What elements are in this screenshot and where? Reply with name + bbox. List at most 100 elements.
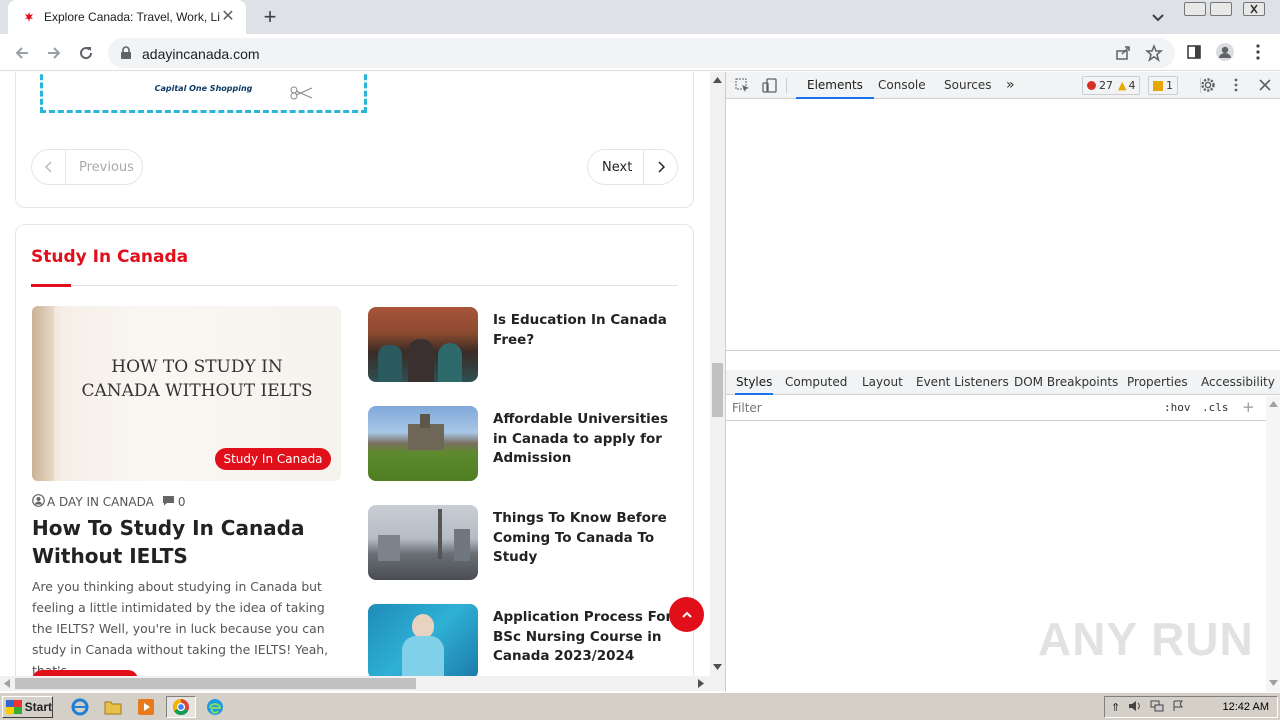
tab-event-listeners[interactable]: Event Listeners (916, 370, 1009, 395)
previous-label: Previous (79, 159, 134, 175)
new-tab-button[interactable]: + (258, 6, 282, 30)
error-icon (1087, 81, 1096, 90)
chevron-right-icon (643, 150, 677, 184)
scrollbar-thumb[interactable] (15, 678, 416, 689)
scroll-down-arrow-icon (1269, 680, 1278, 686)
back-button[interactable] (10, 41, 34, 65)
styles-filter-input[interactable] (728, 399, 1152, 417)
media-player-icon[interactable] (136, 697, 156, 717)
browser-menu-icon[interactable] (1248, 42, 1268, 62)
post-thumbnail[interactable] (368, 604, 478, 676)
coupon-banner[interactable]: Capital One Shopping (40, 72, 367, 113)
bookmark-star-icon[interactable] (1145, 43, 1163, 65)
post-thumbnail[interactable] (368, 307, 478, 382)
list-item[interactable]: Things To Know Before Coming To Canada T… (368, 505, 688, 581)
list-item[interactable]: Affordable Universities in Canada to app… (368, 406, 688, 482)
address-bar[interactable]: adayincanada.com (108, 38, 1175, 68)
post-title[interactable]: Things To Know Before Coming To Canada T… (493, 509, 678, 568)
tab-styles[interactable]: Styles (735, 370, 774, 395)
close-devtools-icon[interactable] (1258, 78, 1272, 96)
list-item[interactable]: Is Education In Canada Free? (368, 307, 688, 383)
browser-tab[interactable]: Explore Canada: Travel, Work, Live, ✕ (8, 0, 246, 34)
class-toggle[interactable]: .cls (1202, 401, 1229, 414)
tab-dom-breakpoints[interactable]: DOM Breakpoints (1014, 370, 1118, 395)
previous-button[interactable]: Previous (31, 149, 143, 185)
scroll-to-top-button[interactable] (669, 597, 704, 632)
featured-post-title[interactable]: How To Study In Canada Without IELTS (32, 514, 332, 570)
forward-button[interactable] (42, 41, 66, 65)
featured-post-excerpt: Are you thinking about studying in Canad… (32, 579, 329, 676)
file-explorer-icon[interactable] (103, 697, 123, 717)
tab-sources[interactable]: Sources (944, 72, 991, 99)
post-thumbnail[interactable] (368, 505, 478, 580)
toolbar-divider (786, 78, 787, 93)
url-text[interactable]: adayincanada.com (142, 46, 260, 62)
tab-title: Explore Canada: Travel, Work, Live, (44, 10, 220, 24)
profile-avatar-icon[interactable] (1215, 42, 1235, 62)
reload-button[interactable] (74, 41, 98, 65)
close-tab-icon[interactable]: ✕ (220, 9, 236, 25)
tab-computed[interactable]: Computed (785, 370, 847, 395)
inspect-element-icon[interactable] (735, 78, 750, 97)
tray-expand-icon[interactable]: ⇑ (1111, 701, 1120, 714)
tab-layout[interactable]: Layout (862, 370, 903, 395)
post-title[interactable]: Affordable Universities in Canada to app… (493, 410, 678, 469)
site-favicon-icon (22, 10, 36, 24)
close-window-button[interactable] (1243, 2, 1265, 16)
scrollbar-thumb[interactable] (712, 363, 723, 417)
next-label: Next (602, 159, 633, 175)
image-left-edge (32, 306, 54, 481)
device-toolbar-icon[interactable] (762, 78, 777, 97)
network-icon[interactable] (1150, 700, 1164, 715)
post-title[interactable]: Is Education In Canada Free? (493, 311, 678, 350)
tab-properties[interactable]: Properties (1127, 370, 1188, 395)
minimize-window-button[interactable] (1184, 2, 1206, 16)
issues-counter[interactable]: 27 ▲ 4 (1082, 76, 1141, 95)
start-button[interactable]: Start (2, 696, 53, 718)
post-thumbnail[interactable] (368, 406, 478, 481)
error-count: 27 (1099, 79, 1113, 92)
settings-gear-icon[interactable] (1200, 77, 1216, 97)
styles-tabbar: Styles Computed Layout Event Listeners D… (726, 370, 1280, 395)
action-center-flag-icon[interactable] (1172, 700, 1184, 715)
hover-state-toggle[interactable]: :hov (1164, 401, 1191, 414)
taskbar-clock[interactable]: 12:42 AM (1223, 701, 1269, 713)
devtools-toolbar: Elements Console Sources » 27 ▲ 4 1 (726, 72, 1280, 99)
styles-scrollbar[interactable] (1266, 396, 1280, 692)
comment-count[interactable]: 0 (178, 495, 186, 509)
issues-badge[interactable]: 1 (1148, 76, 1178, 95)
chrome-taskbar-icon[interactable] (166, 696, 196, 718)
list-item[interactable]: Application Process For BSc Nursing Cour… (368, 604, 688, 676)
page-vertical-scrollbar[interactable] (710, 72, 725, 676)
tab-console[interactable]: Console (878, 72, 926, 99)
tab-search-chevron-down-icon[interactable] (1150, 9, 1170, 25)
tab-strip: Explore Canada: Travel, Work, Live, ✕ + (0, 0, 1280, 34)
edge-icon[interactable] (205, 697, 225, 717)
system-tray: ⇑ 12:42 AM (1104, 696, 1278, 718)
next-button[interactable]: Next (587, 149, 678, 185)
page-horizontal-scrollbar[interactable] (0, 676, 725, 691)
warning-icon: ▲ (1118, 79, 1127, 92)
volume-icon[interactable] (1128, 700, 1142, 715)
devtools-menu-icon[interactable] (1234, 78, 1238, 96)
more-tabs-icon[interactable]: » (1006, 72, 1015, 99)
post-title[interactable]: Application Process For BSc Nursing Cour… (493, 608, 678, 667)
share-icon[interactable] (1115, 45, 1131, 64)
post-author[interactable]: A DAY IN CANADA (47, 495, 154, 509)
section-title: Study In Canada (31, 247, 189, 267)
devtools-panel: Elements Console Sources » 27 ▲ 4 1 Styl… (725, 72, 1280, 692)
tab-accessibility[interactable]: Accessibility (1201, 370, 1275, 395)
issue-count: 1 (1166, 79, 1173, 92)
restore-window-button[interactable] (1210, 2, 1232, 16)
side-panel-icon[interactable] (1184, 42, 1204, 62)
issue-flag-icon (1153, 80, 1163, 91)
section-divider (31, 285, 678, 286)
tab-elements[interactable]: Elements (796, 72, 874, 99)
internet-explorer-icon[interactable] (70, 697, 90, 717)
scroll-down-arrow-icon (713, 664, 722, 670)
scroll-up-arrow-icon (713, 77, 722, 83)
lock-icon[interactable] (120, 46, 132, 63)
devtools-split-divider[interactable] (726, 350, 1280, 351)
new-style-rule-icon[interactable]: + (1242, 398, 1255, 416)
category-badge[interactable]: Study In Canada (215, 448, 331, 470)
